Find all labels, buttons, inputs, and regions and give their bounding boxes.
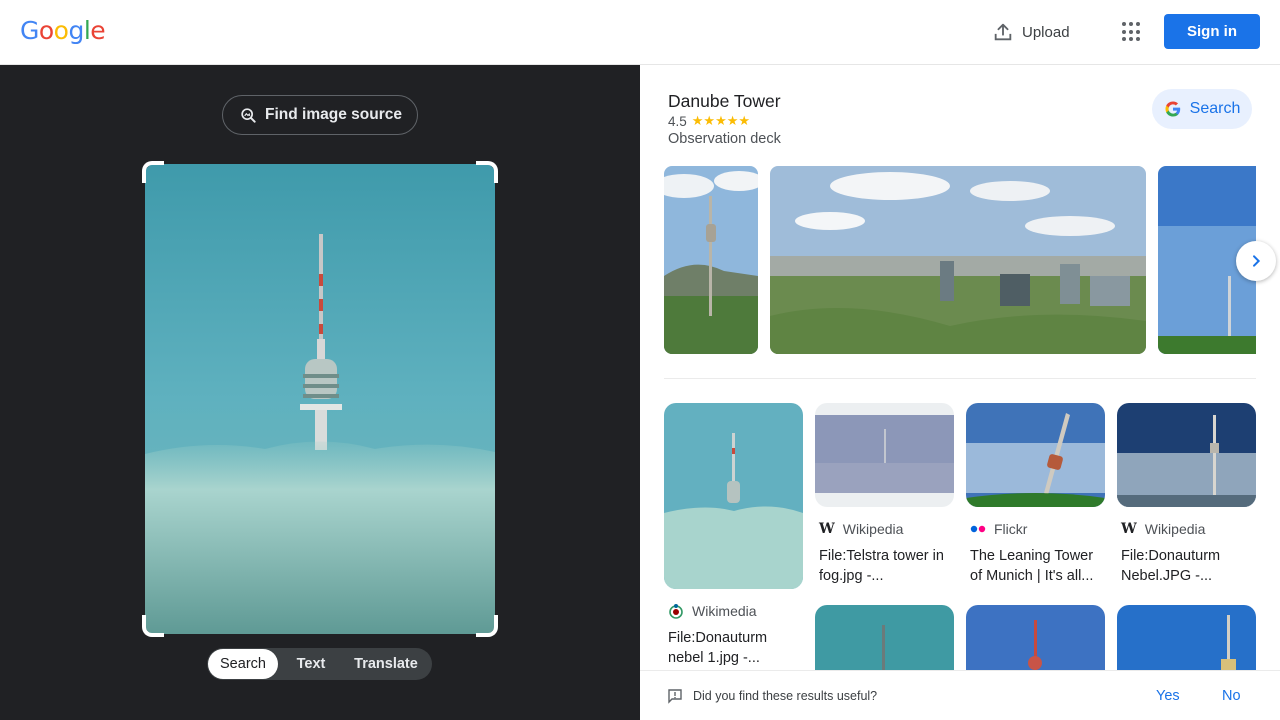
result-source: W Wikipedia [819,521,954,537]
result-title[interactable]: The Leaning Tower of Munich | It's all..… [970,546,1102,586]
feedback-no-button[interactable]: No [1222,688,1241,704]
result-thumbnail[interactable] [815,605,954,670]
mode-translate-tab[interactable]: Translate [344,649,428,679]
entity-image-carousel [664,166,1256,354]
result-title[interactable]: File:Donauturm nebel 1.jpg -... [668,628,800,668]
result-source-name: Flickr [994,521,1028,537]
entity-subtitle: Observation deck [668,131,781,147]
flickr-icon [970,525,986,533]
wikipedia-icon: W [1121,521,1137,537]
entity-search-button[interactable]: Search [1152,89,1252,129]
mode-text-tab[interactable]: Text [278,649,344,679]
result-source: Flickr [970,521,1105,537]
top-bar: Google Upload Sign in [0,0,1280,65]
visual-match-result[interactable]: Flickr The Leaning Tower of Munich | It'… [966,403,1105,586]
result-thumbnail[interactable] [1117,605,1256,670]
visual-match-result[interactable]: W Wikipedia File:Donauturm Nebel.JPG -..… [1117,403,1256,586]
result-title[interactable]: File:Telstra tower in fog.jpg -... [819,546,951,586]
section-divider [664,378,1256,379]
visual-match-result[interactable]: W Wikipedia File:Telstra tower in fog.jp… [815,403,954,586]
feedback-yes-button[interactable]: Yes [1156,688,1180,704]
feedback-question: Did you find these results useful? [693,689,878,703]
logo-letter: g [68,16,84,45]
logo-letter: G [20,16,39,45]
visual-match-result[interactable]: Wikimedia File:Donauturm nebel 1.jpg -..… [664,403,803,668]
find-image-source-label: Find image source [265,106,402,123]
query-image[interactable] [145,164,495,634]
feedback-icon [668,689,682,704]
logo-letter: o [38,16,54,45]
result-source: W Wikipedia [1121,521,1256,537]
result-source-name: Wikipedia [842,521,904,537]
rating-stars-icon: ★★★★★ [691,113,751,128]
wikimedia-icon [669,604,683,619]
crop-handle-top-left[interactable] [142,161,164,183]
result-thumbnail[interactable] [966,403,1105,507]
find-image-source-button[interactable]: Find image source [222,95,418,135]
result-source-name: Wikipedia [1144,521,1206,537]
logo-letter: e [90,16,106,45]
sign-in-button[interactable]: Sign in [1164,14,1260,49]
query-image-panel: Find image source Search Text Translate [0,65,640,720]
crop-handle-bottom-left[interactable] [142,615,164,637]
mode-switcher: Search Text Translate [207,648,432,680]
chevron-right-icon [1253,255,1261,267]
entity-search-label: Search [1189,100,1241,117]
feedback-bar: Did you find these results useful? Yes N… [640,670,1280,720]
upload-label: Upload [1022,23,1070,41]
result-thumbnail[interactable] [815,403,954,507]
results-panel: Danube Tower 4.5 ★★★★★ Observation deck … [640,65,1280,670]
result-thumbnail[interactable] [966,605,1105,670]
carousel-image[interactable] [770,166,1146,354]
upload-icon [994,23,1012,41]
entity-title[interactable]: Danube Tower [668,91,781,112]
result-title[interactable]: File:Donauturm Nebel.JPG -... [1121,546,1253,586]
apps-grid-icon[interactable] [1122,22,1142,42]
logo-letter: o [53,16,69,45]
rating-value: 4.5 [668,113,687,129]
result-thumbnail[interactable] [1117,403,1256,507]
google-logo[interactable]: Google [20,16,106,45]
google-g-icon [1165,101,1180,117]
carousel-next-button[interactable] [1236,241,1276,281]
upload-button[interactable]: Upload [992,20,1070,44]
wikipedia-icon: W [819,521,835,537]
crop-handle-top-right[interactable] [476,161,498,183]
carousel-image[interactable] [664,166,758,354]
entity-rating: 4.5 ★★★★★ [668,113,750,129]
result-source-name: Wikimedia [692,603,757,619]
image-search-icon [241,108,256,123]
crop-handle-bottom-right[interactable] [476,615,498,637]
mode-search-tab[interactable]: Search [208,649,278,679]
result-source: Wikimedia [668,603,803,619]
result-thumbnail[interactable] [664,403,803,589]
